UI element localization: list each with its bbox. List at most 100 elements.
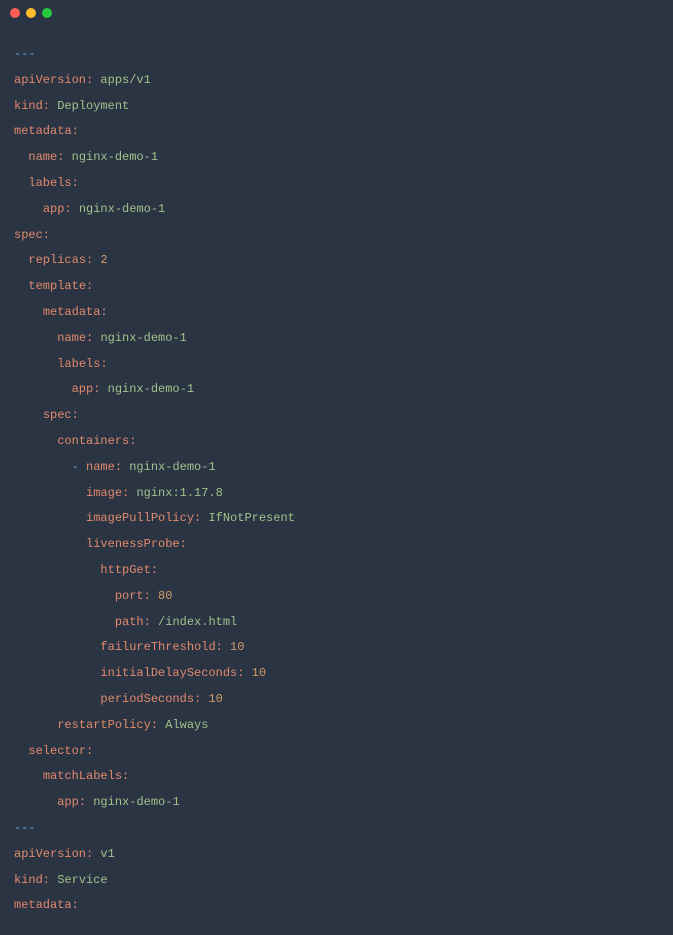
code-token-plain: [14, 202, 43, 216]
code-line: livenessProbe:: [14, 532, 659, 558]
code-token-string: nginx-demo-1: [108, 382, 194, 396]
code-token-key: periodSeconds:: [100, 692, 201, 706]
minimize-icon[interactable]: [26, 8, 36, 18]
code-token-plain: [14, 511, 86, 525]
code-line: periodSeconds: 10: [14, 687, 659, 713]
code-token-plain: [14, 382, 72, 396]
code-token-number: 80: [158, 589, 172, 603]
code-token-string: nginx-demo-1: [100, 331, 186, 345]
code-token-plain: [14, 769, 43, 783]
code-token-plain: [14, 434, 57, 448]
code-token-key: app:: [57, 795, 86, 809]
code-token-string: Service: [57, 873, 107, 887]
code-line: initialDelaySeconds: 10: [14, 661, 659, 687]
code-block: ---apiVersion: apps/v1kind: Deploymentme…: [0, 26, 673, 935]
window-titlebar: [0, 0, 673, 26]
code-line: matchLabels:: [14, 764, 659, 790]
code-line: spec:: [14, 223, 659, 249]
code-line: failureThreshold: 10: [14, 635, 659, 661]
code-token-number: 10: [208, 692, 222, 706]
code-token-key: path:: [115, 615, 151, 629]
code-token-plain: [14, 795, 57, 809]
code-line: apiVersion: v1: [14, 842, 659, 868]
code-line: httpGet:: [14, 558, 659, 584]
code-token-plain: [14, 640, 100, 654]
code-token-key: containers:: [57, 434, 136, 448]
code-token-key: app:: [72, 382, 101, 396]
code-line: name: nginx-demo-1: [14, 145, 659, 171]
code-line: name: nginx-demo-1: [14, 326, 659, 352]
code-line: containers:: [14, 429, 659, 455]
code-line: metadata:: [14, 893, 659, 919]
code-token-string: IfNotPresent: [208, 511, 294, 525]
code-token-string: /index.html: [158, 615, 237, 629]
code-token-plain: [14, 331, 57, 345]
code-token-key: labels:: [57, 357, 107, 371]
close-icon[interactable]: [10, 8, 20, 18]
code-line: kind: Service: [14, 868, 659, 894]
code-token-key: spec:: [14, 228, 50, 242]
code-token-key: httpGet:: [100, 563, 158, 577]
code-token-key: metadata:: [14, 124, 79, 138]
code-line: apiVersion: apps/v1: [14, 68, 659, 94]
code-token-string: nginx-demo-1: [72, 150, 158, 164]
code-token-plain: [14, 718, 57, 732]
code-token-string: v1: [100, 847, 114, 861]
code-token-plain: [14, 408, 43, 422]
code-token-key: imagePullPolicy:: [86, 511, 201, 525]
code-token-dash: ---: [14, 821, 36, 835]
code-token-plain: [14, 253, 28, 267]
code-token-key: apiVersion:: [14, 847, 93, 861]
code-token-key: selector:: [28, 744, 93, 758]
code-token-key: livenessProbe:: [86, 537, 187, 551]
code-token-plain: [14, 150, 28, 164]
code-token-dash: -: [72, 460, 79, 474]
code-token-number: 10: [230, 640, 244, 654]
code-line: - name: nginx-demo-1: [14, 455, 659, 481]
code-line: path: /index.html: [14, 610, 659, 636]
code-token-plain: [14, 305, 43, 319]
code-line: metadata:: [14, 300, 659, 326]
code-token-key: app:: [43, 202, 72, 216]
code-line: template:: [14, 274, 659, 300]
code-line: port: 80: [14, 584, 659, 610]
code-token-plain: [14, 589, 115, 603]
code-token-number: 10: [252, 666, 266, 680]
code-token-plain: [223, 640, 230, 654]
code-token-string: nginx-demo-1: [129, 460, 215, 474]
code-token-plain: [244, 666, 251, 680]
code-token-plain: [151, 589, 158, 603]
code-token-key: initialDelaySeconds:: [100, 666, 244, 680]
code-token-key: restartPolicy:: [57, 718, 158, 732]
code-token-plain: [151, 615, 158, 629]
code-token-plain: [79, 460, 86, 474]
code-token-plain: [100, 382, 107, 396]
code-line: ---: [14, 816, 659, 842]
code-token-key: template:: [28, 279, 93, 293]
code-line: spec:: [14, 403, 659, 429]
code-token-plain: [14, 563, 100, 577]
code-line: restartPolicy: Always: [14, 713, 659, 739]
code-token-plain: [14, 537, 86, 551]
code-line: labels:: [14, 352, 659, 378]
code-token-plain: [14, 460, 72, 474]
code-token-key: apiVersion:: [14, 73, 93, 87]
code-token-plain: [14, 279, 28, 293]
code-line: image: nginx:1.17.8: [14, 481, 659, 507]
code-token-plain: [14, 692, 100, 706]
code-token-key: image:: [86, 486, 129, 500]
code-token-key: failureThreshold:: [100, 640, 222, 654]
code-token-key: labels:: [28, 176, 78, 190]
code-token-string: apps/v1: [100, 73, 150, 87]
zoom-icon[interactable]: [42, 8, 52, 18]
code-token-key: kind:: [14, 99, 50, 113]
code-token-plain: [14, 666, 100, 680]
code-token-key: metadata:: [14, 898, 79, 912]
code-token-plain: [14, 176, 28, 190]
code-token-key: matchLabels:: [43, 769, 129, 783]
code-line: kind: Deployment: [14, 94, 659, 120]
code-token-key: name:: [57, 331, 93, 345]
code-token-string: nginx:1.17.8: [136, 486, 222, 500]
code-token-key: replicas:: [28, 253, 93, 267]
code-token-plain: [72, 202, 79, 216]
